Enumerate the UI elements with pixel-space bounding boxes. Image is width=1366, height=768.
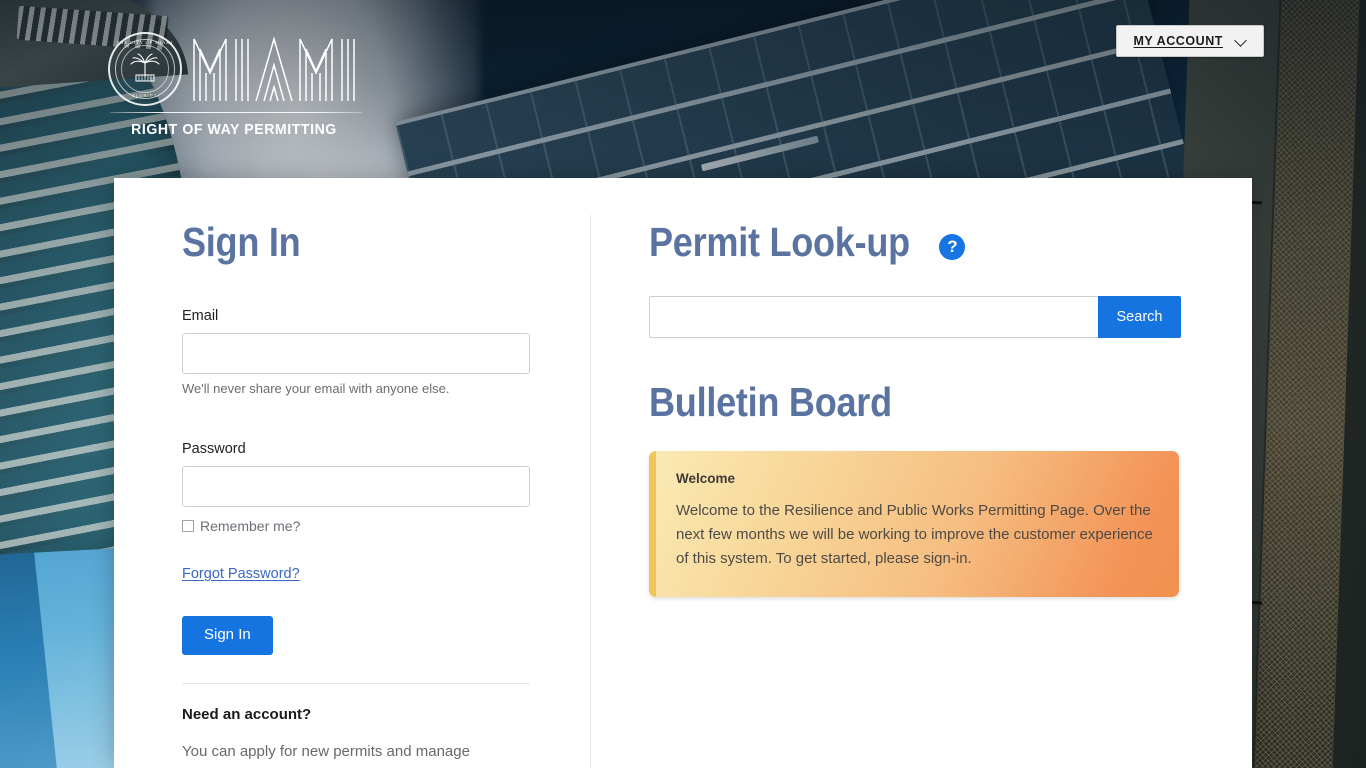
bulletin-item-heading: Welcome bbox=[676, 471, 736, 486]
password-input[interactable] bbox=[182, 466, 530, 507]
email-label: Email bbox=[182, 308, 219, 324]
brand-lockup: THE CITY OF MIAMI FLORIDA RIGHT OF WAY P… bbox=[108, 32, 378, 138]
my-account-button[interactable]: MY ACCOUNT bbox=[1116, 25, 1264, 57]
forgot-password-link[interactable]: Forgot Password? bbox=[182, 566, 300, 582]
permit-search-input[interactable] bbox=[649, 296, 1098, 338]
signin-divider bbox=[182, 682, 530, 684]
need-account-heading: Need an account? bbox=[182, 705, 312, 723]
permit-search-row: Search bbox=[649, 296, 1181, 338]
brand-divider-rule bbox=[110, 112, 362, 113]
city-seal-text-bottom: FLORIDA bbox=[132, 93, 158, 98]
email-input[interactable] bbox=[182, 333, 530, 374]
permit-lookup-title-row: Permit Look-up ? bbox=[649, 222, 1181, 263]
email-help-text: We'll never share your email with anyone… bbox=[182, 381, 450, 396]
main-content-card: Sign In Email We'll never share your ema… bbox=[114, 178, 1252, 768]
chevron-down-icon bbox=[1235, 35, 1247, 47]
need-account-body: You can apply for new permits and manage bbox=[182, 742, 470, 760]
brand-row: THE CITY OF MIAMI FLORIDA bbox=[108, 32, 378, 106]
permit-lookup-title: Permit Look-up bbox=[649, 219, 910, 265]
remember-me-checkbox[interactable] bbox=[182, 520, 194, 532]
site-header: THE CITY OF MIAMI FLORIDA RIGHT OF WAY P… bbox=[0, 0, 1366, 178]
remember-me-label[interactable]: Remember me? bbox=[200, 518, 300, 534]
password-label: Password bbox=[182, 441, 246, 457]
miami-wordmark bbox=[192, 32, 380, 106]
question-mark-circle-icon[interactable]: ? bbox=[939, 233, 966, 260]
lookup-column: Permit Look-up ? Search Bulletin Board W… bbox=[591, 178, 1253, 768]
bulletin-item-card: Welcome Welcome to the Resilience and Pu… bbox=[649, 451, 1179, 597]
signin-title: Sign In bbox=[182, 219, 301, 265]
brand-subtitle: RIGHT OF WAY PERMITTING bbox=[131, 121, 337, 138]
permit-search-button[interactable]: Search bbox=[1098, 296, 1181, 338]
bulletin-board-title: Bulletin Board bbox=[649, 379, 892, 425]
login-page: THE CITY OF MIAMI FLORIDA RIGHT OF WAY P… bbox=[0, 0, 1366, 768]
city-seal-icon: THE CITY OF MIAMI FLORIDA bbox=[108, 32, 182, 106]
remember-me-row[interactable]: Remember me? bbox=[182, 518, 530, 534]
sign-in-button[interactable]: Sign In bbox=[182, 616, 273, 655]
bulletin-item-body: Welcome to the Resilience and Public Wor… bbox=[676, 502, 1153, 567]
city-seal-palm-emblem bbox=[121, 45, 169, 93]
password-field-group: Password Remember me? bbox=[182, 441, 530, 534]
my-account-label: MY ACCOUNT bbox=[1133, 34, 1223, 48]
signin-column: Sign In Email We'll never share your ema… bbox=[114, 178, 590, 768]
email-field-group: Email We'll never share your email with … bbox=[182, 308, 530, 396]
